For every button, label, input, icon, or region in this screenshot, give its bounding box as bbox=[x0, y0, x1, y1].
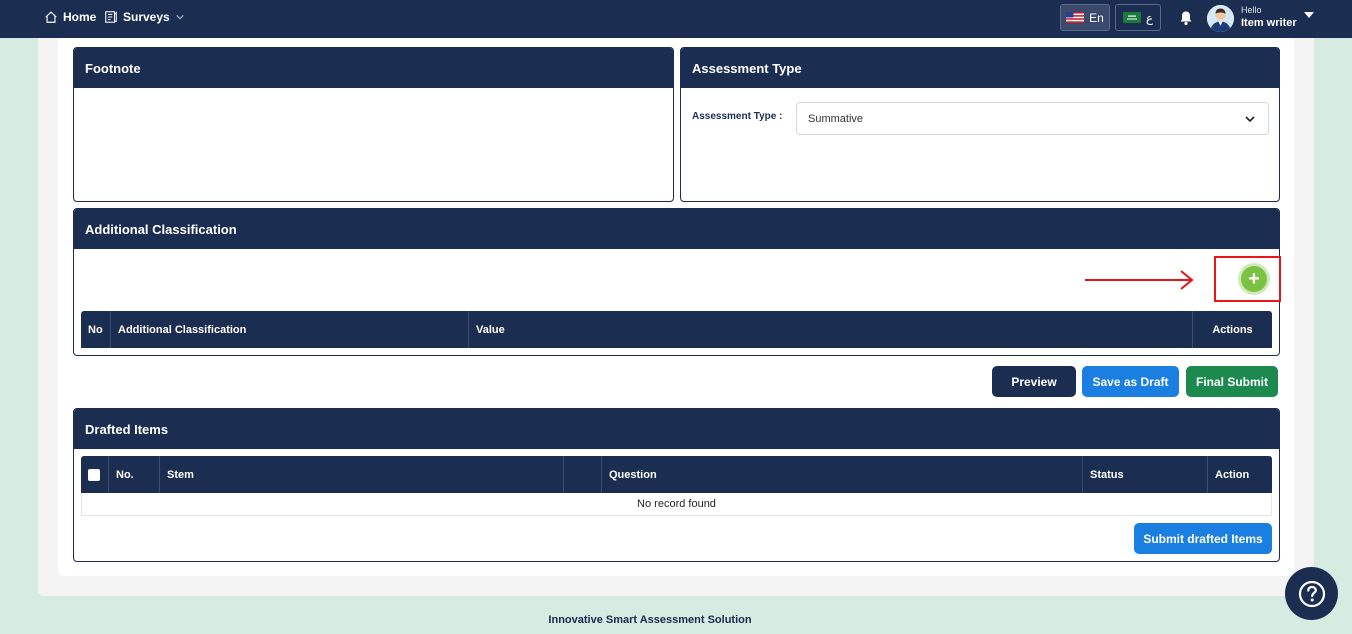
save-as-draft-button[interactable]: Save as Draft bbox=[1082, 366, 1179, 397]
assessment-type-select[interactable]: Summative bbox=[796, 102, 1269, 135]
user-avatar-icon bbox=[1207, 5, 1234, 32]
additional-classification-card-title: Additional Classification bbox=[74, 209, 1279, 249]
avatar[interactable] bbox=[1207, 5, 1234, 32]
column-header-additional-classification: Additional Classification bbox=[111, 311, 469, 348]
annotation-arrow-icon bbox=[1085, 270, 1194, 290]
column-header-no: No bbox=[81, 311, 111, 348]
chevron-down-icon bbox=[175, 14, 184, 20]
question-mark-icon bbox=[1298, 580, 1325, 607]
column-header-blank bbox=[564, 456, 602, 493]
column-header-action: Action bbox=[1215, 468, 1250, 481]
footnote-card-title: Footnote bbox=[74, 48, 673, 88]
add-classification-button[interactable]: + bbox=[1241, 266, 1267, 292]
column-header-actions: Actions bbox=[1212, 323, 1253, 336]
drafted-items-card-title: Drafted Items bbox=[74, 409, 1279, 449]
assessment-type-selected-value: Summative bbox=[808, 112, 864, 125]
user-menu-caret-icon[interactable] bbox=[1304, 12, 1314, 18]
user-name[interactable]: Item writer bbox=[1241, 17, 1297, 29]
preview-button[interactable]: Preview bbox=[992, 366, 1076, 397]
column-header-status: Status bbox=[1083, 456, 1208, 493]
column-header-value: Value bbox=[469, 311, 1193, 348]
footer-text: Innovative Smart Assessment Solution bbox=[548, 614, 752, 626]
select-all-checkbox[interactable] bbox=[88, 468, 100, 481]
us-flag-icon bbox=[1066, 12, 1085, 23]
column-header-no: No. bbox=[109, 456, 160, 493]
help-button[interactable] bbox=[1285, 567, 1338, 620]
nav-home-label: Home bbox=[63, 10, 97, 24]
column-header-stem: Stem bbox=[160, 456, 564, 493]
language-english-label: En bbox=[1089, 10, 1104, 25]
empty-table-message: No record found bbox=[81, 493, 1272, 516]
nav-surveys-label: Surveys bbox=[123, 10, 170, 24]
drafted-items-table-header: No. Stem Question Status Action bbox=[81, 456, 1272, 493]
language-arabic-button[interactable]: ع bbox=[1115, 4, 1161, 31]
plus-icon: + bbox=[1248, 268, 1260, 290]
top-navbar: Home Surveys En ع Hello Item writer bbox=[0, 0, 1352, 38]
select-all-cell bbox=[81, 456, 109, 493]
assessment-type-card-title: Assessment Type bbox=[681, 48, 1279, 88]
submit-drafted-items-button[interactable]: Submit drafted Items bbox=[1134, 523, 1272, 554]
notification-bell-icon[interactable] bbox=[1179, 10, 1193, 26]
saudi-flag-icon bbox=[1122, 12, 1141, 23]
footnote-card: Footnote bbox=[73, 47, 674, 202]
nav-surveys[interactable]: Surveys bbox=[104, 10, 185, 24]
language-english-button[interactable]: En bbox=[1060, 4, 1110, 31]
home-icon bbox=[45, 11, 57, 23]
greeting-text: Hello bbox=[1241, 5, 1262, 15]
column-header-question: Question bbox=[602, 456, 1083, 493]
chevron-down-icon bbox=[1245, 116, 1255, 123]
survey-icon bbox=[105, 11, 117, 23]
assessment-type-label: Assessment Type : bbox=[692, 111, 783, 122]
nav-home[interactable]: Home bbox=[44, 10, 96, 24]
additional-classification-table-header: No Additional Classification Value Actio… bbox=[81, 311, 1272, 348]
assessment-type-card: Assessment Type Assessment Type : Summat… bbox=[680, 47, 1280, 202]
language-arabic-label: ع bbox=[1145, 10, 1154, 25]
final-submit-button[interactable]: Final Submit bbox=[1186, 366, 1278, 397]
